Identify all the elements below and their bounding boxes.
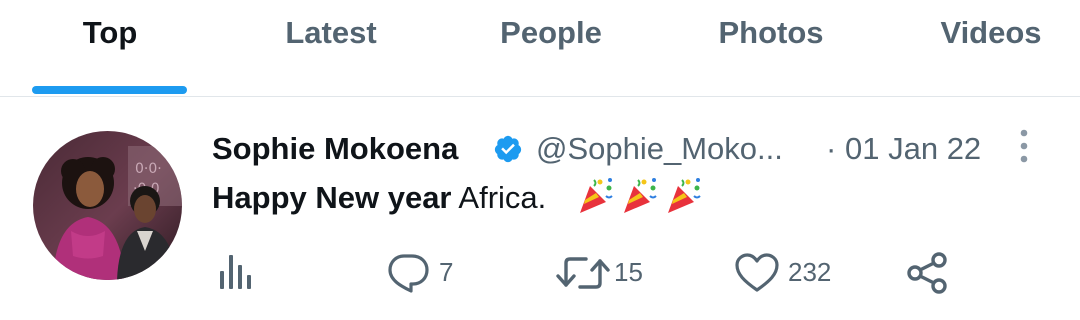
verified-badge-icon (494, 135, 522, 163)
tab-top[interactable]: Top (83, 10, 138, 56)
reply-icon (388, 254, 429, 293)
reply-count: 7 (439, 257, 454, 287)
author-name[interactable]: Sophie Mokoena (212, 126, 458, 172)
more-options-icon[interactable] (1013, 128, 1035, 164)
party-popper-icon (623, 178, 657, 213)
bar-chart-icon (220, 255, 251, 289)
analytics-button[interactable] (216, 251, 260, 295)
tweet-text-rest: Africa. (451, 180, 547, 215)
tab-bar: Top Latest People Photos Videos (0, 0, 1080, 97)
like-button[interactable]: 232 (734, 251, 844, 295)
heart-icon (735, 253, 779, 292)
tab-latest[interactable]: Latest (285, 10, 376, 56)
tab-videos[interactable]: Videos (940, 10, 1041, 56)
avatar[interactable]: 0·0· ·0·0 (33, 131, 182, 280)
svg-text:0·0·: 0·0· (135, 161, 162, 177)
party-popper-icon (579, 178, 613, 213)
active-tab-indicator (32, 86, 187, 94)
retweet-icon (556, 257, 610, 289)
author-handle[interactable]: @Sophie_Moko... (536, 126, 783, 172)
tweet-text-bold: Happy New year (212, 180, 452, 215)
retweet-button[interactable]: 15 (555, 251, 655, 295)
tab-photos[interactable]: Photos (718, 10, 823, 56)
reply-button[interactable]: 7 (385, 251, 465, 295)
share-icon (907, 252, 947, 294)
party-popper-icon (667, 178, 701, 213)
like-count: 232 (788, 257, 832, 287)
tab-people[interactable]: People (500, 10, 602, 56)
separator-dot: · (826, 131, 837, 166)
tweet-date[interactable]: 01 Jan 22 (845, 126, 981, 172)
share-button[interactable] (906, 251, 950, 295)
retweet-count: 15 (614, 257, 643, 287)
tweet-text: Happy New year Africa. (212, 176, 708, 220)
